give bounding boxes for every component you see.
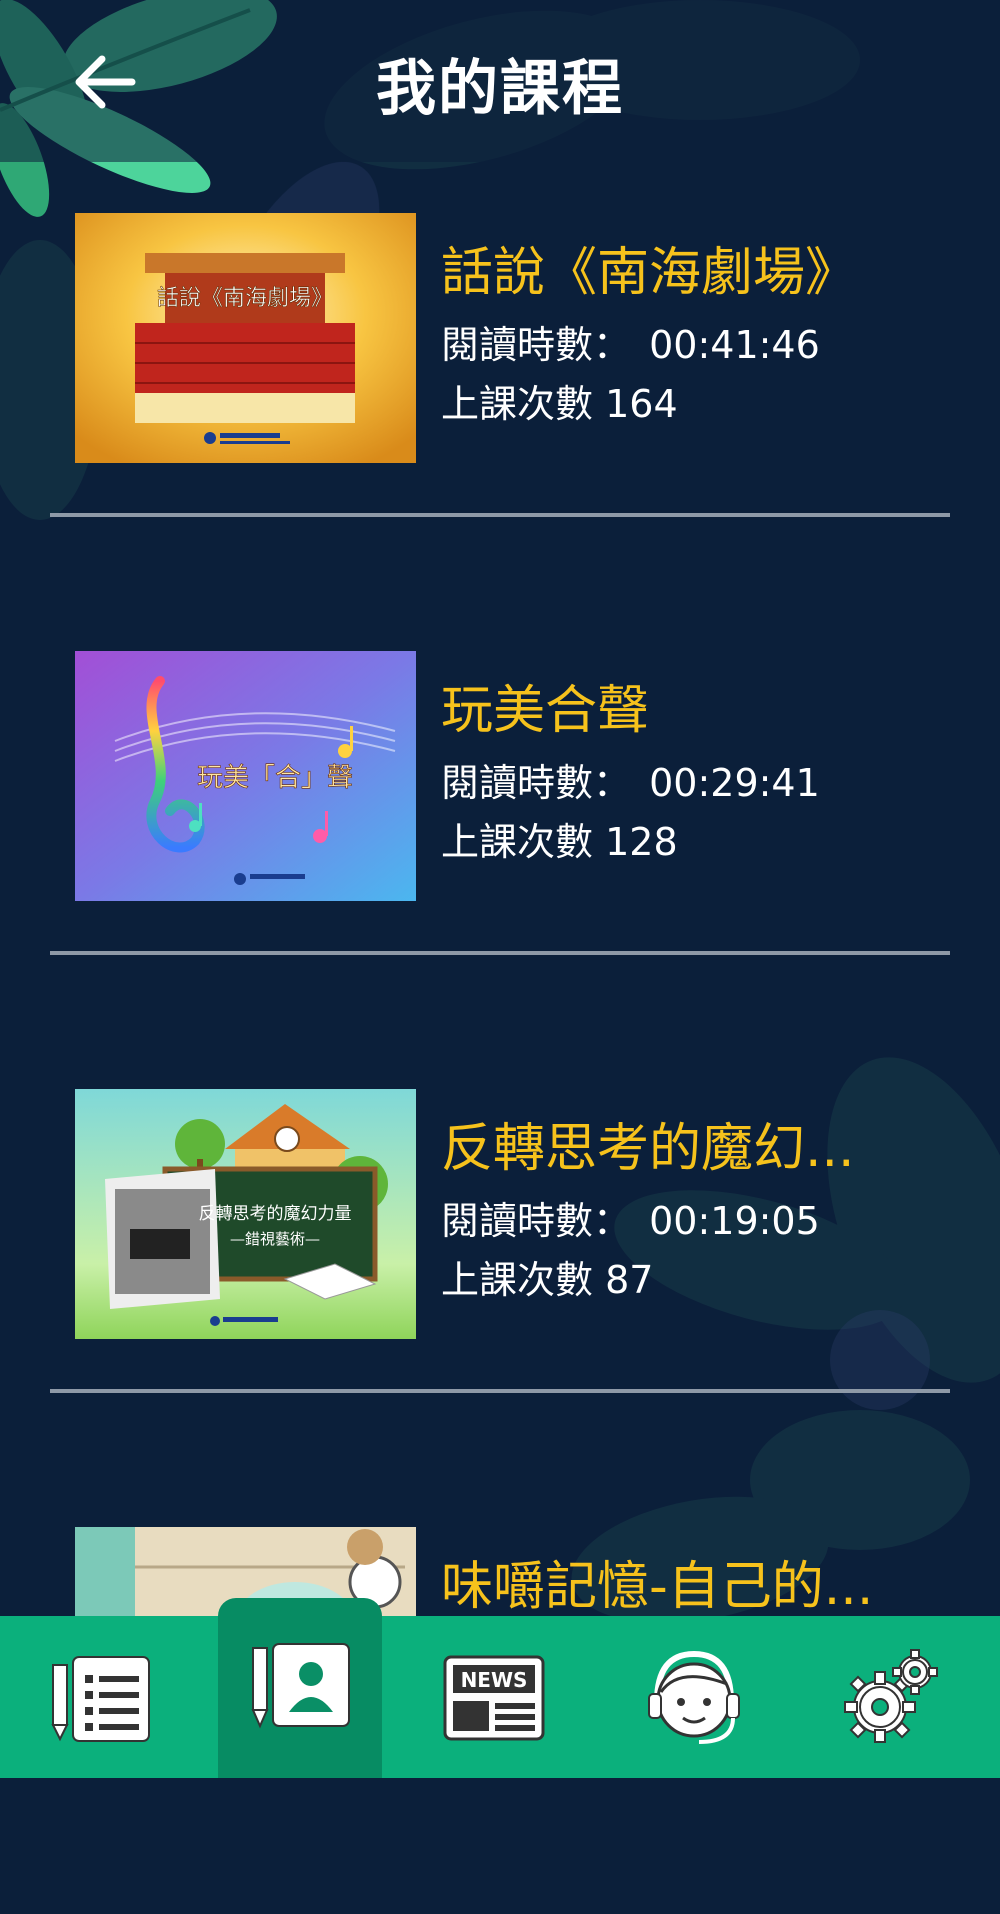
lesson-count: 上課次數 164	[441, 373, 678, 428]
course-thumbnail[interactable]: 反轉思考的魔幻力量 —錯視藝術—	[75, 1089, 416, 1339]
tab-settings[interactable]	[808, 1616, 972, 1778]
course-title: 味嚼記憶-自己的...	[441, 1557, 874, 1617]
bottom-tab-bar: NEWS	[0, 1598, 1000, 1778]
divider	[50, 951, 950, 955]
thumbnail-subcaption: —錯視藝術—	[230, 1230, 320, 1248]
my-courses-icon	[251, 1643, 350, 1729]
news-icon: NEWS	[443, 1655, 545, 1741]
tab-my-courses[interactable]	[218, 1598, 382, 1778]
lesson-count-label: 上課次數	[441, 820, 594, 864]
lesson-count-label: 上課次數	[441, 1258, 594, 1302]
page-title: 我的課程	[376, 54, 624, 124]
thumbnail-caption: 話說《南海劇場》	[157, 286, 333, 311]
lesson-count-value: 128	[605, 820, 678, 864]
course-item[interactable]: 反轉思考的魔幻力量 —錯視藝術— 反轉思考的魔幻... 閱讀時數： 00:19:…	[0, 1038, 1000, 1476]
read-time-value: 00:19:05	[649, 1199, 820, 1243]
read-time-label: 閱讀時數：	[441, 761, 632, 805]
tab-customer-service[interactable]	[612, 1616, 776, 1778]
thumbnail-caption: 反轉思考的魔幻力量	[199, 1204, 352, 1224]
divider	[50, 513, 950, 517]
lesson-count-value: 164	[605, 382, 678, 426]
read-time-value: 00:41:46	[649, 323, 820, 367]
read-time: 閱讀時數： 00:41:46	[441, 314, 820, 369]
read-time: 閱讀時數： 00:29:41	[441, 752, 820, 807]
course-thumbnail[interactable]: 玩美「合」聲	[75, 651, 416, 901]
course-title: 玩美合聲	[441, 681, 650, 741]
tab-course-list[interactable]	[18, 1616, 182, 1778]
course-title: 話說《南海劇場》	[441, 243, 858, 303]
read-time: 閱讀時數： 00:19:05	[441, 1190, 820, 1245]
lesson-count-label: 上課次數	[441, 382, 594, 426]
customer-service-icon	[648, 1650, 740, 1744]
tab-news[interactable]: NEWS	[412, 1616, 576, 1778]
course-list-icon	[51, 1656, 150, 1742]
news-label: NEWS	[461, 1668, 528, 1692]
top-app-bar: 我的課程	[0, 0, 1000, 162]
divider	[50, 1389, 950, 1393]
settings-gears-icon	[844, 1649, 938, 1743]
read-time-value: 00:29:41	[649, 761, 820, 805]
lesson-count: 上課次數 128	[441, 811, 678, 866]
read-time-label: 閱讀時數：	[441, 323, 632, 367]
course-item[interactable]: 話說《南海劇場》 話說《南海劇場》 閱讀時數： 00:41:46 上課次數 16…	[0, 162, 1000, 600]
lesson-count-value: 87	[605, 1258, 654, 1302]
course-title: 反轉思考的魔幻...	[441, 1119, 855, 1179]
course-item[interactable]: 玩美「合」聲 玩美合聲 閱讀時數： 00:29:41 上課次數 128	[0, 600, 1000, 1038]
course-thumbnail[interactable]: 話說《南海劇場》	[75, 213, 416, 463]
lesson-count: 上課次數 87	[441, 1249, 653, 1304]
thumbnail-caption: 玩美「合」聲	[197, 763, 353, 793]
read-time-label: 閱讀時數：	[441, 1199, 632, 1243]
